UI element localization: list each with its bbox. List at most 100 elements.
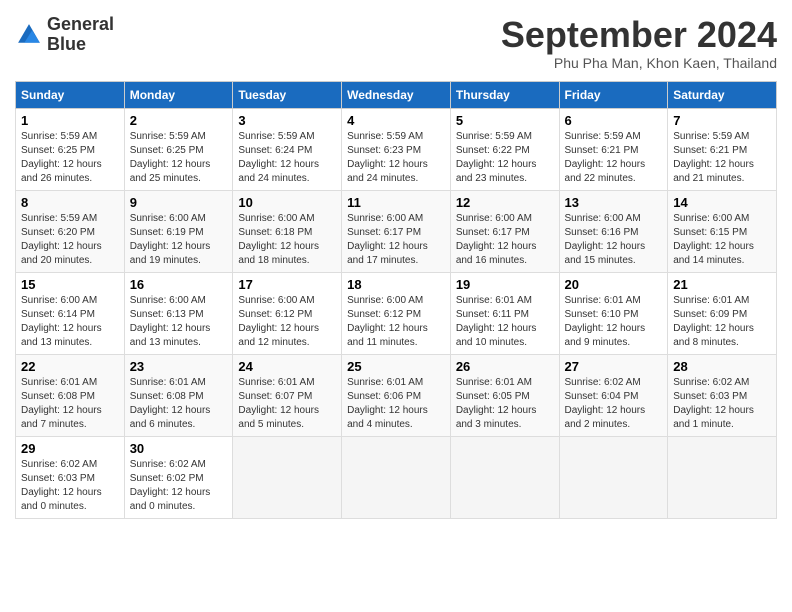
logo-text: General Blue [47,15,114,55]
calendar-day-cell: 24Sunrise: 6:01 AMSunset: 6:07 PMDayligh… [233,354,342,436]
day-detail: Sunrise: 6:01 AMSunset: 6:05 PMDaylight:… [456,376,554,432]
calendar-day-cell: 17Sunrise: 6:00 AMSunset: 6:12 PMDayligh… [233,272,342,354]
day-detail: Sunrise: 5:59 AMSunset: 6:24 PMDaylight:… [238,130,336,186]
calendar-day-cell [668,436,777,518]
calendar-day-cell [233,436,342,518]
day-detail: Sunrise: 5:59 AMSunset: 6:25 PMDaylight:… [21,130,119,186]
calendar-day-cell [559,436,668,518]
calendar-day-cell: 7 Sunrise: 5:59 AMSunset: 6:21 PMDaylight… [668,108,777,190]
calendar-day-cell: 18 Sunrise: 6:00 AMSunset: 6:12 PMDayligh… [342,272,451,354]
day-detail: Sunrise: 6:00 AMSunset: 6:15 PMDaylight:… [673,212,771,268]
day-of-week-header: Thursday [450,81,559,108]
day-detail: Sunrise: 6:01 AMSunset: 6:09 PMDaylight:… [673,294,771,350]
day-number: 26 [456,359,554,374]
day-detail: Sunrise: 6:00 AMSunset: 6:17 PMDaylight:… [347,212,445,268]
day-detail: Sunrise: 5:59 AMSunset: 6:21 PMDaylight:… [673,130,771,186]
day-detail: Sunrise: 6:00 AMSunset: 6:12 PMDaylight:… [347,294,445,350]
day-number: 28 [673,359,771,374]
day-detail: Sunrise: 6:00 AMSunset: 6:12 PMDaylight:… [238,294,336,350]
calendar-week-row: 29Sunrise: 6:02 AMSunset: 6:03 PMDayligh… [16,436,777,518]
calendar-day-cell: 16 Sunrise: 6:00 AMSunset: 6:13 PMDayligh… [124,272,233,354]
day-number: 1 [21,113,119,128]
day-number: 2 [130,113,228,128]
calendar-day-cell: 23 Sunrise: 6:01 AMSunset: 6:08 PMDayligh… [124,354,233,436]
day-detail: Sunrise: 6:02 AMSunset: 6:04 PMDaylight:… [565,376,663,432]
day-detail: Sunrise: 6:00 AMSunset: 6:18 PMDaylight:… [238,212,336,268]
calendar-day-cell: 19 Sunrise: 6:01 AMSunset: 6:11 PMDayligh… [450,272,559,354]
calendar-day-cell: 3 Sunrise: 5:59 AMSunset: 6:24 PMDaylight… [233,108,342,190]
logo-icon [15,21,43,49]
calendar-day-cell: 8 Sunrise: 5:59 AMSunset: 6:20 PMDaylight… [16,190,125,272]
day-number: 16 [130,277,228,292]
title-area: September 2024 Phu Pha Man, Khon Kaen, T… [501,15,777,71]
calendar-week-row: 15Sunrise: 6:00 AMSunset: 6:14 PMDayligh… [16,272,777,354]
day-detail: Sunrise: 5:59 AMSunset: 6:20 PMDaylight:… [21,212,119,268]
day-number: 12 [456,195,554,210]
calendar-day-cell: 27Sunrise: 6:02 AMSunset: 6:04 PMDayligh… [559,354,668,436]
day-detail: Sunrise: 6:02 AMSunset: 6:02 PMDaylight:… [130,458,228,514]
day-number: 3 [238,113,336,128]
calendar-day-cell: 6 Sunrise: 5:59 AMSunset: 6:21 PMDaylight… [559,108,668,190]
day-detail: Sunrise: 5:59 AMSunset: 6:23 PMDaylight:… [347,130,445,186]
calendar-day-cell: 22 Sunrise: 6:01 AMSunset: 6:08 PMDayligh… [16,354,125,436]
day-of-week-header: Monday [124,81,233,108]
day-detail: Sunrise: 5:59 AMSunset: 6:25 PMDaylight:… [130,130,228,186]
day-number: 25 [347,359,445,374]
day-number: 7 [673,113,771,128]
calendar-day-cell: 26 Sunrise: 6:01 AMSunset: 6:05 PMDayligh… [450,354,559,436]
day-detail: Sunrise: 6:01 AMSunset: 6:11 PMDaylight:… [456,294,554,350]
calendar-week-row: 22 Sunrise: 6:01 AMSunset: 6:08 PMDayligh… [16,354,777,436]
calendar-day-cell [450,436,559,518]
calendar-week-row: 1 Sunrise: 5:59 AMSunset: 6:25 PMDaylight… [16,108,777,190]
day-number: 10 [238,195,336,210]
calendar-week-row: 8 Sunrise: 5:59 AMSunset: 6:20 PMDaylight… [16,190,777,272]
page-header: General Blue September 2024 Phu Pha Man,… [15,15,777,71]
day-number: 13 [565,195,663,210]
calendar-day-cell: 13 Sunrise: 6:00 AMSunset: 6:16 PMDayligh… [559,190,668,272]
day-of-week-header: Saturday [668,81,777,108]
day-number: 21 [673,277,771,292]
day-of-week-header: Wednesday [342,81,451,108]
day-detail: Sunrise: 6:01 AMSunset: 6:08 PMDaylight:… [21,376,119,432]
calendar-day-cell: 10 Sunrise: 6:00 AMSunset: 6:18 PMDayligh… [233,190,342,272]
calendar-day-cell: 11 Sunrise: 6:00 AMSunset: 6:17 PMDayligh… [342,190,451,272]
calendar-day-cell: 25Sunrise: 6:01 AMSunset: 6:06 PMDayligh… [342,354,451,436]
calendar-day-cell: 2 Sunrise: 5:59 AMSunset: 6:25 PMDaylight… [124,108,233,190]
day-number: 4 [347,113,445,128]
calendar-day-cell: 9 Sunrise: 6:00 AMSunset: 6:19 PMDaylight… [124,190,233,272]
logo: General Blue [15,15,114,55]
day-detail: Sunrise: 5:59 AMSunset: 6:22 PMDaylight:… [456,130,554,186]
calendar-day-cell [342,436,451,518]
day-number: 6 [565,113,663,128]
calendar-day-cell: 1 Sunrise: 5:59 AMSunset: 6:25 PMDaylight… [16,108,125,190]
day-number: 20 [565,277,663,292]
calendar-day-cell: 28Sunrise: 6:02 AMSunset: 6:03 PMDayligh… [668,354,777,436]
calendar-day-cell: 4 Sunrise: 5:59 AMSunset: 6:23 PMDaylight… [342,108,451,190]
day-number: 5 [456,113,554,128]
calendar-day-cell: 20 Sunrise: 6:01 AMSunset: 6:10 PMDayligh… [559,272,668,354]
day-number: 22 [21,359,119,374]
day-of-week-header: Sunday [16,81,125,108]
day-of-week-header: Friday [559,81,668,108]
day-detail: Sunrise: 6:00 AMSunset: 6:13 PMDaylight:… [130,294,228,350]
day-detail: Sunrise: 5:59 AMSunset: 6:21 PMDaylight:… [565,130,663,186]
day-number: 24 [238,359,336,374]
day-detail: Sunrise: 6:01 AMSunset: 6:08 PMDaylight:… [130,376,228,432]
day-number: 23 [130,359,228,374]
day-number: 11 [347,195,445,210]
day-detail: Sunrise: 6:00 AMSunset: 6:19 PMDaylight:… [130,212,228,268]
day-number: 19 [456,277,554,292]
calendar-day-cell: 5 Sunrise: 5:59 AMSunset: 6:22 PMDaylight… [450,108,559,190]
day-detail: Sunrise: 6:00 AMSunset: 6:17 PMDaylight:… [456,212,554,268]
day-detail: Sunrise: 6:02 AMSunset: 6:03 PMDaylight:… [21,458,119,514]
day-detail: Sunrise: 6:01 AMSunset: 6:10 PMDaylight:… [565,294,663,350]
calendar-header-row: SundayMondayTuesdayWednesdayThursdayFrid… [16,81,777,108]
calendar-day-cell: 15Sunrise: 6:00 AMSunset: 6:14 PMDayligh… [16,272,125,354]
day-number: 18 [347,277,445,292]
month-title: September 2024 [501,15,777,55]
day-number: 9 [130,195,228,210]
calendar-day-cell: 21 Sunrise: 6:01 AMSunset: 6:09 PMDayligh… [668,272,777,354]
day-detail: Sunrise: 6:00 AMSunset: 6:16 PMDaylight:… [565,212,663,268]
calendar-day-cell: 29Sunrise: 6:02 AMSunset: 6:03 PMDayligh… [16,436,125,518]
day-number: 8 [21,195,119,210]
